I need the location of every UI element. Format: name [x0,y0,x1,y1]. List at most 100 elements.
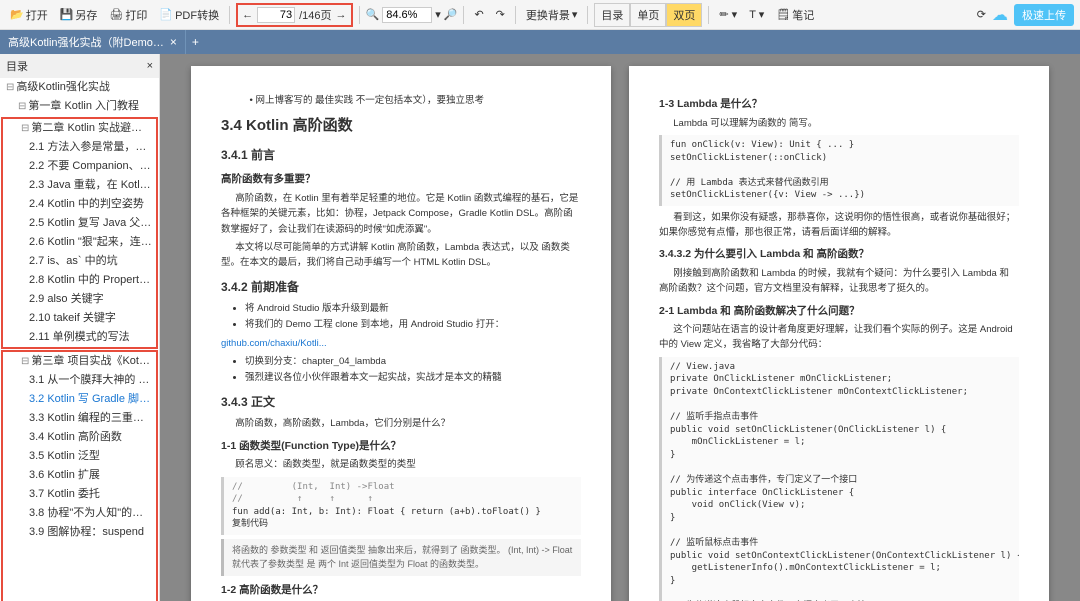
separator [359,6,360,24]
heading-3: 3.4.3 正文 [221,393,581,412]
heading-3: 3.4.2 前期准备 [221,278,581,297]
heading-4: 1-3 Lambda 是什么？ [659,96,1019,113]
heading-4: 3.4.3.2 为什么要引入 Lambda 和 高阶函数？ [659,246,1019,263]
toc-item[interactable]: 2.7 is、as` 中的坑 [3,252,156,271]
body-text: 刚接触到高阶函数和 Lambda 的时候，我就有个疑问：为什么要引入 Lambd… [659,266,1019,296]
main-toolbar: 📂打开 💾另存 🖨打印 📄PDF转换 ← /146页 → 🔍 ▾ 🔎 ↶ ↷ 更… [0,0,1080,30]
text-tool-icon[interactable]: T ▾ [745,6,768,23]
toc-item[interactable]: 2.4 Kotlin 中的判空姿势 [3,195,156,214]
separator [463,6,464,24]
double-page-button[interactable]: 双页 [666,3,702,27]
body-text: 高阶函数，高阶函数，Lambda，它们分别是什么？ [221,416,581,431]
list-item: 切换到分支：chapter_04_lambda [245,354,581,369]
zoom-in-icon[interactable]: 🔎 [444,8,458,21]
highlight-box-2: 第三章 项目实战《Kotlin Jetpack 实战》 3.1 从一个膜拜大神的… [1,350,158,601]
toc-item-active[interactable]: 3.2 Kotlin 写 Gradle 脚本是一种什么体验 [3,390,156,409]
heading-4: 1-2 高阶函数是什么？ [221,582,581,599]
heading-4: 高阶函数有多重要？ [221,171,581,188]
toc-item[interactable]: 2.10 takeif 关键字 [3,309,156,328]
toc-item[interactable]: 2.9 also 关键字 [3,290,156,309]
toc-item[interactable]: 2.11 单例模式的写法 [3,328,156,347]
toc-ch3[interactable]: 第三章 项目实战《Kotlin Jetpack 实战》 [3,352,156,371]
note-button[interactable]: 🗒 笔记 [772,5,818,25]
print-button[interactable]: 🖨打印 [105,5,151,25]
page-number-input[interactable] [257,7,295,23]
body-text: 网上博客写的 最佳实践 不一定包括本文），要独立思考 [221,93,581,108]
toc-header: 目录 × [0,54,159,78]
folder-icon: 📂 [10,8,24,21]
prev-page-icon[interactable]: ← [242,9,253,21]
page-viewport[interactable]: 网上博客写的 最佳实践 不一定包括本文），要独立思考 3.4 Kotlin 高阶… [160,54,1080,601]
toc-item[interactable]: 2.3 Java 重载，在 Kotlin 中怎么巧妙过渡 [3,176,156,195]
chevron-down-icon: ▾ [572,8,578,21]
body-text: 这个问题站在语言的设计者角度更好理解，让我们看个实际的例子。这是 Android… [659,322,1019,352]
zoom-out-icon[interactable]: 🔍 [366,8,380,21]
page-left: 网上博客写的 最佳实践 不一定包括本文），要独立思考 3.4 Kotlin 高阶… [191,66,611,601]
toc-title: 目录 [6,58,28,74]
toc-view-button[interactable]: 目录 [594,3,630,27]
page-total-label: /146页 [299,7,331,23]
toc-item[interactable]: 3.8 协程"不为人知"的调试技巧 [3,504,156,523]
save-as-button[interactable]: 💾另存 [56,5,102,25]
toc-ch1[interactable]: 第一章 Kotlin 入门教程 [0,97,159,116]
body-text: 顾名思义：函数类型，就是函数类型的类型 [221,457,581,472]
toc-sidebar: 目录 × 高级Kotlin强化实战 第一章 Kotlin 入门教程 第二章 Ko… [0,54,160,601]
close-tab-icon[interactable]: × [170,35,177,49]
quote-block: 将函数的 参数类型 和 返回值类型 抽象出来后，就得到了 函数类型。 (Int,… [221,539,581,576]
pdf-convert-button[interactable]: 📄PDF转换 [155,5,223,25]
heading-4: 2-1 Lambda 和 高阶函数解决了什么问题？ [659,303,1019,320]
page-right: 1-3 Lambda 是什么？ Lambda 可以理解为函数的 简写。 fun … [629,66,1049,601]
zoom-controls: 🔍 ▾ 🔎 [366,7,458,23]
save-icon: 💾 [60,8,74,21]
toc-item[interactable]: 2.6 Kotlin "狠"起来，连TODO都不放过！ [3,233,156,252]
close-toc-icon[interactable]: × [147,60,153,72]
toc-item[interactable]: 3.6 Kotlin 扩展 [3,466,156,485]
toc-root[interactable]: 高级Kotlin强化实战 [0,78,159,97]
toc-item[interactable]: 3.4 Kotlin 高阶函数 [3,428,156,447]
separator [708,6,709,24]
list-item: 将我们的 Demo 工程 clone 到本地，用 Android Studio … [245,317,581,332]
toc-item[interactable]: 2.8 Kotlin 中的 Property 的理解 [3,271,156,290]
body-text: 高阶函数，在 Kotlin 里有着举足轻重的地位。它是 Kotlin 函数式编程… [221,191,581,237]
toc-item[interactable]: 3.9 图解协程：suspend [3,523,156,542]
heading-2: 3.4 Kotlin 高阶函数 [221,114,581,138]
toc-item[interactable]: 2.2 不要 Companion、INSTANCE? [3,157,156,176]
active-tab[interactable]: 高级Kotlin强化实战（附Demo… × [0,30,186,54]
code-block: fun onClick(v: View): Unit { ... } setOn… [659,135,1019,206]
toc-item[interactable]: 3.3 Kotlin 编程的三重境界 [3,409,156,428]
toc-ch2[interactable]: 第二章 Kotlin 实战避坑指南 [3,119,156,138]
heading-4: 1-1 函数类型(Function Type)是什么？ [221,438,581,455]
code-block: // (Int, Int) ->Float // ↑ ↑ ↑ fun add(a… [221,477,581,535]
page-navigation: ← /146页 → [236,3,352,27]
open-button[interactable]: 📂打开 [6,5,52,25]
background-button[interactable]: 更换背景 ▾ [522,5,582,25]
rotate-left-icon[interactable]: ↶ [470,6,487,23]
toc-item[interactable]: 3.5 Kotlin 泛型 [3,447,156,466]
tab-title: 高级Kotlin强化实战（附Demo… [8,34,164,50]
document-tabs: 高级Kotlin强化实战（附Demo… × + [0,30,1080,54]
zoom-input[interactable] [382,7,432,23]
rotate-right-icon[interactable]: ↷ [492,6,509,23]
refresh-icon[interactable]: ⟳ [977,8,986,21]
highlight-box-1: 第二章 Kotlin 实战避坑指南 2.1 方法入参是常量，不可修改 2.2 不… [1,117,158,349]
separator [587,6,588,24]
view-mode-group: 目录 单页 双页 [594,3,702,27]
body-text: Lambda 可以理解为函数的 简写。 [659,116,1019,131]
separator [515,6,516,24]
highlight-icon[interactable]: ✏ ▾ [715,6,741,23]
single-page-button[interactable]: 单页 [630,3,666,27]
upload-button[interactable]: 极速上传 [1014,4,1074,26]
next-page-icon[interactable]: → [336,9,347,21]
toc-item[interactable]: 2.1 方法入参是常量，不可修改 [3,138,156,157]
add-tab-button[interactable]: + [186,35,205,49]
cloud-icon[interactable]: ☁ [992,5,1008,25]
github-link[interactable]: github.com/chaxiu/Kotli... [221,338,327,349]
code-block: // View.java private OnClickListener mOn… [659,357,1019,601]
toc-item[interactable]: 3.1 从一个膜拜大神的 Demo 开始 [3,371,156,390]
chevron-down-icon[interactable]: ▾ [435,8,441,21]
print-icon: 🖨 [109,8,123,21]
pdf-icon: 📄 [159,8,173,21]
toc-item[interactable]: 3.7 Kotlin 委托 [3,485,156,504]
heading-3: 3.4.1 前言 [221,146,581,165]
toc-item[interactable]: 2.5 Kotlin 复写 Java 父类中的方法 [3,214,156,233]
